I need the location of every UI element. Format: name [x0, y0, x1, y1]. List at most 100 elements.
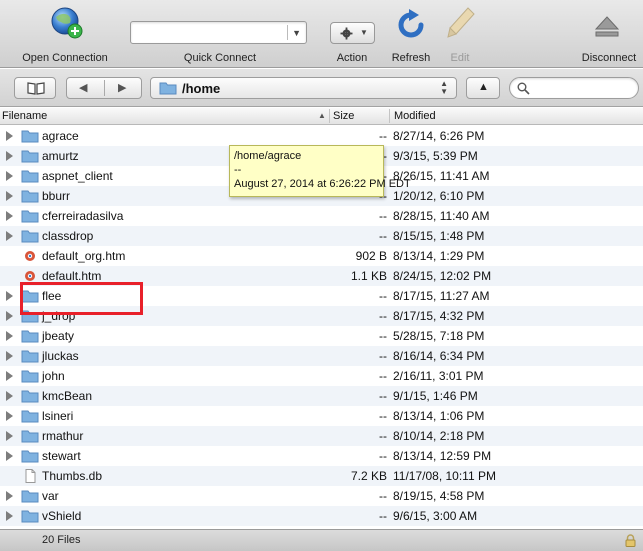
tooltip-size: -- — [234, 164, 242, 176]
file-row[interactable]: john -- 2/16/11, 3:01 PM — [0, 366, 643, 386]
disclosure-triangle-icon[interactable] — [6, 151, 13, 161]
file-row[interactable]: cferreiradasilva -- 8/28/15, 11:40 AM — [0, 206, 643, 226]
file-modified: 8/13/14, 12:59 PM — [393, 449, 492, 463]
file-row[interactable]: lsineri -- 8/13/14, 1:06 PM — [0, 406, 643, 426]
disclosure-triangle-icon[interactable] — [6, 351, 13, 361]
chevron-down-icon[interactable]: ▼ — [292, 28, 301, 38]
folder-icon — [21, 450, 39, 463]
file-name: vShield — [42, 509, 82, 523]
disclosure-triangle-icon[interactable] — [6, 511, 13, 521]
file-size: -- — [379, 409, 387, 423]
file-modified: 8/17/15, 11:27 AM — [393, 289, 490, 303]
file-row[interactable]: vShield -- 9/6/15, 3:00 AM — [0, 506, 643, 526]
file-row[interactable]: default_org.htm 902 B 8/13/14, 1:29 PM — [0, 246, 643, 266]
file-row[interactable]: stewart -- 8/13/14, 12:59 PM — [0, 446, 643, 466]
disclosure-triangle-icon[interactable] — [6, 431, 13, 441]
file-row[interactable]: jluckas -- 8/16/14, 6:34 PM — [0, 346, 643, 366]
file-size: -- — [379, 209, 387, 223]
file-name: jluckas — [42, 349, 79, 363]
quick-connect-label: Quick Connect — [183, 52, 257, 64]
folder-icon — [21, 410, 39, 423]
disclosure-triangle-icon[interactable] — [6, 391, 13, 401]
column-divider[interactable] — [389, 109, 390, 123]
column-modified[interactable]: Modified — [394, 110, 436, 122]
folder-icon — [21, 230, 39, 243]
disclosure-triangle-icon[interactable] — [6, 331, 13, 341]
disclosure-triangle-icon[interactable] — [6, 451, 13, 461]
back-arrow-icon[interactable]: ◀ — [79, 81, 87, 94]
file-modified: 8/13/14, 1:06 PM — [393, 409, 485, 423]
file-modified: 9/1/15, 1:46 PM — [393, 389, 478, 403]
disclosure-triangle-icon[interactable] — [6, 411, 13, 421]
file-name: aspnet_client — [42, 169, 113, 183]
lock-icon[interactable] — [625, 534, 636, 547]
folder-icon — [21, 350, 39, 363]
file-size: -- — [379, 369, 387, 383]
column-size[interactable]: Size — [333, 110, 354, 122]
file-modified: 8/16/14, 6:34 PM — [393, 349, 485, 363]
eject-icon — [595, 16, 619, 37]
file-modified: 8/10/14, 2:18 PM — [393, 429, 485, 443]
edit-button[interactable]: Edit — [440, 0, 480, 68]
bookmark-book-icon — [27, 82, 45, 95]
open-connection-button[interactable]: Open Connection — [10, 0, 120, 68]
file-size: -- — [379, 389, 387, 403]
file-row[interactable]: var -- 8/19/15, 4:58 PM — [0, 486, 643, 506]
disconnect-button[interactable]: Disconnect — [575, 0, 643, 68]
disclosure-triangle-icon[interactable] — [6, 371, 13, 381]
file-name: classdrop — [42, 229, 94, 243]
file-name: var — [42, 489, 59, 503]
file-size: 1.1 KB — [350, 269, 387, 283]
column-filename[interactable]: Filename — [2, 110, 47, 122]
file-name: stewart — [42, 449, 81, 463]
quick-connect-divider — [287, 25, 288, 40]
file-row[interactable]: Thumbs.db 7.2 KB 11/17/08, 10:11 PM — [0, 466, 643, 486]
file-name: bburr — [42, 189, 71, 203]
quick-connect-caption: Quick Connect — [160, 0, 280, 68]
file-name: cferreiradasilva — [42, 209, 124, 223]
disclosure-triangle-icon[interactable] — [6, 191, 13, 201]
file-name: john — [42, 369, 65, 383]
file-name: Thumbs.db — [42, 469, 103, 483]
folder-icon — [21, 150, 39, 163]
bookmarks-button[interactable] — [14, 77, 56, 99]
folder-icon — [21, 170, 39, 183]
file-row[interactable]: kmcBean -- 9/1/15, 1:46 PM — [0, 386, 643, 406]
disconnect-label: Disconnect — [581, 52, 637, 64]
file-size: -- — [379, 229, 387, 243]
toolbar: Open Connection ▼ Quick Connect ▼ Action… — [0, 0, 643, 68]
file-row[interactable]: jbeaty -- 5/28/15, 7:18 PM — [0, 326, 643, 346]
disclosure-triangle-icon[interactable] — [6, 171, 13, 181]
disclosure-triangle-icon[interactable] — [6, 311, 13, 321]
updown-chevron-icon: ▲ ▼ — [440, 79, 448, 96]
column-divider[interactable] — [329, 109, 330, 123]
disclosure-triangle-icon[interactable] — [6, 131, 13, 141]
folder-icon — [21, 370, 39, 383]
parent-directory-button[interactable]: ▲ — [466, 77, 500, 99]
refresh-label: Refresh — [391, 52, 431, 64]
disclosure-triangle-icon[interactable] — [6, 231, 13, 241]
folder-icon — [159, 82, 177, 95]
path-selector[interactable]: /home ▲ ▼ — [150, 77, 457, 99]
file-row[interactable]: rmathur -- 8/10/14, 2:18 PM — [0, 426, 643, 446]
file-modified: 8/28/15, 11:40 AM — [393, 209, 490, 223]
file-size: -- — [379, 129, 387, 143]
folder-icon — [21, 390, 39, 403]
action-label: Action — [336, 52, 368, 64]
file-size: -- — [379, 349, 387, 363]
disclosure-triangle-icon[interactable] — [6, 211, 13, 221]
up-arrow-icon: ▲ — [478, 81, 489, 93]
refresh-button[interactable]: Refresh — [385, 0, 437, 68]
open-connection-label: Open Connection — [22, 52, 108, 64]
folder-icon — [21, 510, 39, 523]
html-file-icon — [25, 271, 35, 281]
file-row[interactable]: agrace -- 8/27/14, 6:26 PM — [0, 126, 643, 146]
disclosure-triangle-icon[interactable] — [6, 491, 13, 501]
disclosure-triangle-icon[interactable] — [6, 291, 13, 301]
forward-arrow-icon[interactable]: ▶ — [118, 81, 126, 94]
file-size: 902 B — [355, 249, 387, 263]
pencil-icon — [447, 7, 475, 38]
search-input[interactable] — [509, 77, 639, 99]
file-modified: 9/3/15, 5:39 PM — [393, 149, 478, 163]
file-row[interactable]: classdrop -- 8/15/15, 1:48 PM — [0, 226, 643, 246]
